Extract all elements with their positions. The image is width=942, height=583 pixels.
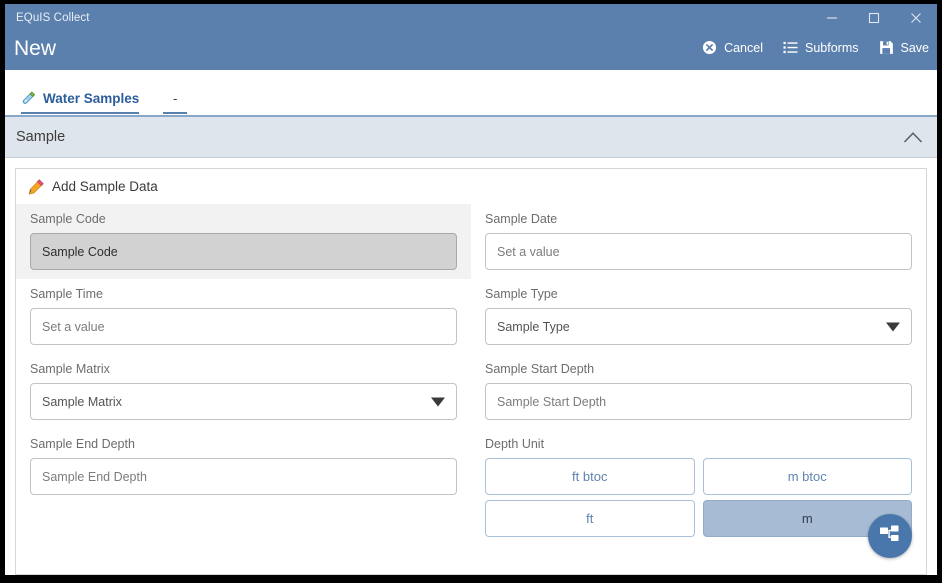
list-icon [783,40,798,55]
sample-start-depth-input[interactable]: Sample Start Depth [485,383,912,420]
card-header: Add Sample Data [16,169,926,204]
field-depth-unit: Depth Unit ft btoc m btoc ft m [471,429,926,546]
section-title: Sample [16,129,65,145]
page-title: New [14,37,56,61]
save-button-label: Save [901,41,930,55]
tab-secondary[interactable]: - [163,91,187,114]
sample-matrix-select[interactable]: Sample Matrix [30,383,457,420]
field-sample-date: Sample Date Set a value [471,204,926,279]
chevron-down-icon [431,397,445,406]
close-icon [910,12,922,24]
subforms-fab-button[interactable] [868,514,912,558]
field-sample-time: Sample Time Set a value [16,279,471,354]
depth-unit-button-group: ft btoc m btoc ft m [485,458,912,537]
app-title: EQuIS Collect [16,12,90,24]
tab-secondary-label: - [173,91,177,106]
action-bar: Cancel Subforms [702,40,929,55]
cancel-button[interactable]: Cancel [702,40,763,55]
field-sample-date-label: Sample Date [485,212,912,226]
add-sample-data-card: Add Sample Data Sample Code Sample Code … [15,168,927,575]
tab-strip: Water Samples - [5,70,937,117]
tab-water-samples[interactable]: Water Samples [21,91,139,114]
sample-date-input[interactable]: Set a value [485,233,912,270]
title-bar: EQuIS Collect New [5,4,937,70]
field-sample-matrix: Sample Matrix Sample Matrix [16,354,471,429]
field-sample-type: Sample Type Sample Type [471,279,926,354]
sample-code-input[interactable]: Sample Code [30,233,457,270]
minimize-icon [826,12,838,24]
field-sample-start-depth: Sample Start Depth Sample Start Depth [471,354,926,429]
depth-unit-option-m-btoc[interactable]: m btoc [703,458,913,495]
chevron-down-icon [886,322,900,331]
close-button[interactable] [895,4,937,32]
subforms-button[interactable]: Subforms [783,40,859,55]
field-sample-type-label: Sample Type [485,287,912,301]
tab-water-samples-label: Water Samples [43,91,139,106]
field-sample-end-depth: Sample End Depth Sample End Depth [16,429,471,546]
field-sample-start-depth-label: Sample Start Depth [485,362,912,376]
application-window: EQuIS Collect New [5,4,937,575]
field-depth-unit-label: Depth Unit [485,437,912,451]
cancel-button-label: Cancel [724,41,763,55]
field-sample-code: Sample Code Sample Code [16,204,471,279]
sample-matrix-select-value: Sample Matrix [42,395,122,409]
cancel-circle-icon [702,40,717,55]
form-grid: Sample Code Sample Code Sample Date Set … [16,204,926,546]
pencil-icon [28,179,44,195]
maximize-icon [868,12,880,24]
minimize-button[interactable] [811,4,853,32]
section-header-sample[interactable]: Sample [5,117,937,158]
maximize-button[interactable] [853,4,895,32]
sample-end-depth-input[interactable]: Sample End Depth [30,458,457,495]
save-floppy-icon [879,40,894,55]
test-tube-icon [21,91,36,106]
subforms-button-label: Subforms [805,41,859,55]
subforms-tree-icon [878,524,902,548]
depth-unit-option-ft-btoc[interactable]: ft btoc [485,458,695,495]
sample-time-input[interactable]: Set a value [30,308,457,345]
chevron-up-icon[interactable] [902,126,924,148]
window-controls [811,4,937,32]
depth-unit-option-ft[interactable]: ft [485,500,695,537]
card-header-label: Add Sample Data [52,179,158,194]
sample-type-select[interactable]: Sample Type [485,308,912,345]
form-body: Add Sample Data Sample Code Sample Code … [5,158,937,575]
field-sample-code-label: Sample Code [30,212,457,226]
sample-type-select-value: Sample Type [497,320,570,334]
save-button[interactable]: Save [879,40,930,55]
field-sample-end-depth-label: Sample End Depth [30,437,457,451]
field-sample-matrix-label: Sample Matrix [30,362,457,376]
field-sample-time-label: Sample Time [30,287,457,301]
